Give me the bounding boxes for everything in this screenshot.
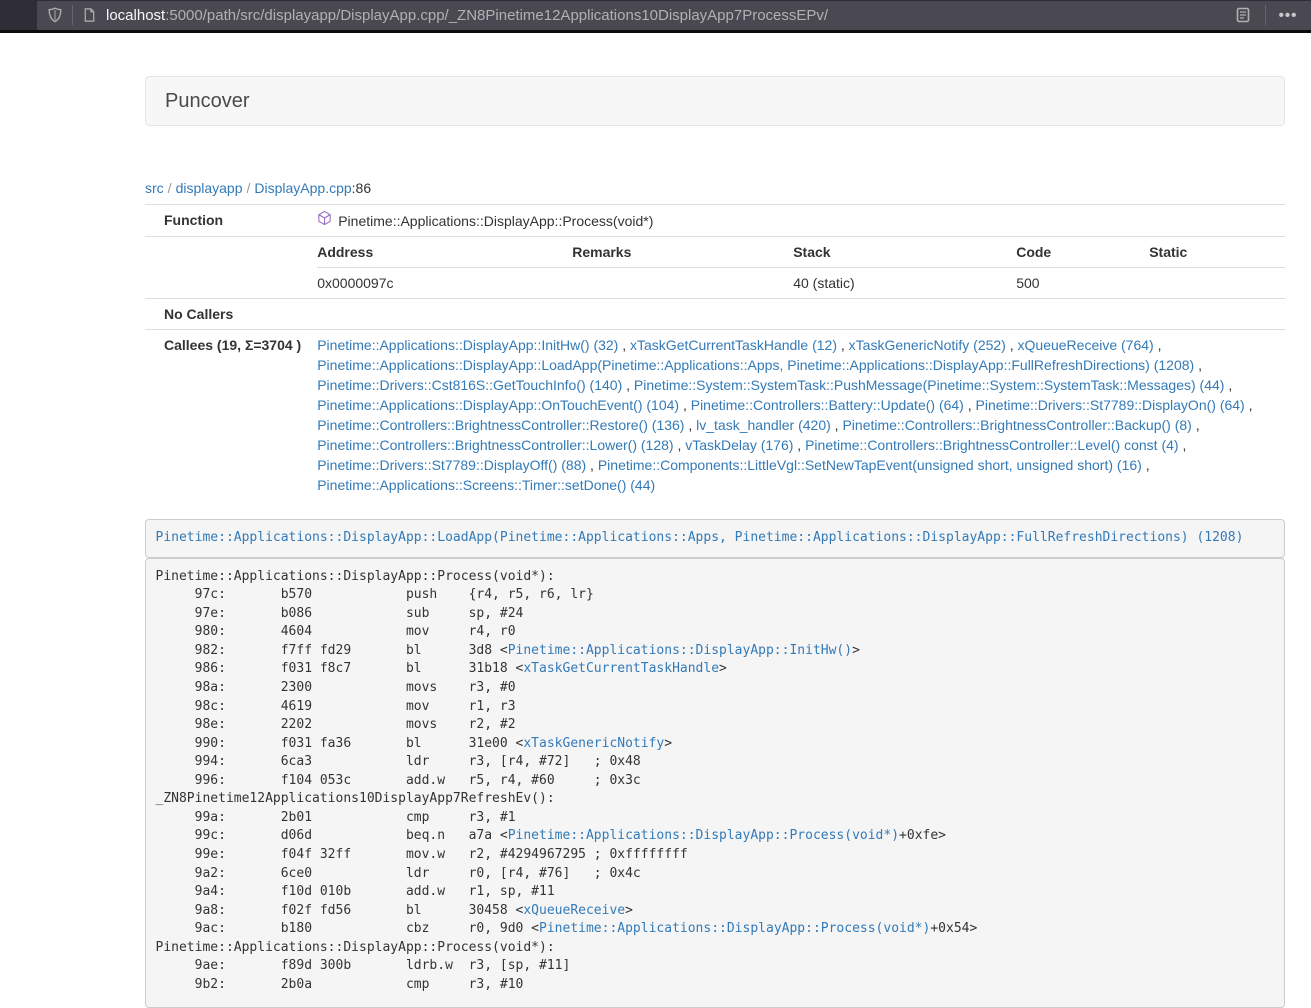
callee-link[interactable]: Pinetime::Applications::Screens::Timer::… [317,477,655,493]
callee-link[interactable]: Pinetime::Applications::DisplayApp::OnTo… [317,397,679,413]
asm-symbol-link[interactable]: Pinetime::Applications::DisplayApp::Proc… [508,828,899,843]
page-title: Puncover [165,89,1265,113]
callee-link[interactable]: Pinetime::Applications::DisplayApp::Load… [317,357,1194,373]
breadcrumb: src/displayapp/DisplayApp.cpp:86 [145,178,1285,198]
col-header-static: Static [1149,237,1285,268]
loadapp-link[interactable]: Pinetime::Applications::DisplayApp::Load… [156,530,1244,545]
callee-link[interactable]: xQueueReceive (764) [1018,337,1154,353]
breadcrumb-link-src[interactable]: src [145,180,164,196]
address-value: 0x0000097c [317,268,572,299]
url-host: localhost [106,7,165,24]
callee-link[interactable]: Pinetime::Controllers::Battery::Update()… [691,397,964,413]
col-header-address: Address [317,237,572,268]
callee-link[interactable]: Pinetime::Applications::DisplayApp::Init… [317,337,618,353]
callee-link[interactable]: Pinetime::Drivers::St7789::DisplayOn() (… [976,397,1245,413]
url-bar[interactable]: localhost:5000/path/src/displayapp/Displ… [37,1,1311,30]
callee-link[interactable]: vTaskDelay (176) [685,437,793,453]
table-row-detail-headers: Address Remarks Stack Code Static [317,237,1285,268]
callee-link[interactable]: lv_task_handler (420) [696,417,831,433]
reader-mode-icon[interactable] [1230,2,1256,28]
shield-icon[interactable] [47,7,63,23]
app-header: Puncover [145,76,1285,126]
urlbar-separator [72,5,73,25]
table-row-function: Function Pinetime::Applications::Display… [145,205,1285,237]
page-icon[interactable] [82,7,97,23]
table-row-detail-values: 0x0000097c 40 (static) 500 [317,268,1285,299]
callee-link[interactable]: Pinetime::Controllers::BrightnessControl… [805,437,1178,453]
url-text[interactable]: localhost:5000/path/src/displayapp/Displ… [106,7,1221,24]
callee-link[interactable]: Pinetime::System::SystemTask::PushMessag… [634,377,1225,393]
stack-value: 40 (static) [793,268,1016,299]
asm-symbol-link[interactable]: Pinetime::Applications::DisplayApp::Proc… [539,921,930,936]
function-name: Pinetime::Applications::DisplayApp::Proc… [338,211,653,231]
disassembly: Pinetime::Applications::DisplayApp::Proc… [145,558,1285,1008]
callee-link[interactable]: xTaskGenericNotify (252) [849,337,1006,353]
page-actions-menu-icon[interactable]: ••• [1275,2,1301,28]
callee-link[interactable]: Pinetime::Controllers::BrightnessControl… [842,417,1191,433]
loadapp-snippet: Pinetime::Applications::DisplayApp::Load… [145,519,1285,558]
breadcrumb-line-number: :86 [352,180,371,196]
table-row-callers: No Callers [145,299,1285,330]
col-header-stack: Stack [793,237,1016,268]
asm-symbol-link[interactable]: Pinetime::Applications::DisplayApp::Init… [508,643,852,658]
urlbar-separator-right [1265,5,1266,25]
breadcrumb-separator: / [243,180,255,196]
function-label: Function [145,205,309,237]
table-row-callees: Callees (19, Σ=3704 ) Pinetime::Applicat… [145,330,1285,501]
remarks-value [572,268,793,299]
callee-link[interactable]: Pinetime::Controllers::BrightnessControl… [317,437,673,453]
callee-link[interactable]: xTaskGetCurrentTaskHandle (12) [630,337,837,353]
no-callers-label: No Callers [145,299,309,330]
browser-toolbar: localhost:5000/path/src/displayapp/Displ… [0,0,1311,33]
table-row-details: Address Remarks Stack Code Static 0x0000… [145,237,1285,299]
code-value: 500 [1016,268,1149,299]
url-path: :5000/path/src/displayapp/DisplayApp.cpp… [165,7,828,24]
callees-list: Pinetime::Applications::DisplayApp::Init… [309,330,1285,501]
breadcrumb-link-file[interactable]: DisplayApp.cpp [254,180,351,196]
asm-symbol-link[interactable]: xQueueReceive [523,903,625,918]
asm-symbol-link[interactable]: xTaskGenericNotify [523,736,664,751]
callee-link[interactable]: Pinetime::Controllers::BrightnessControl… [317,417,684,433]
function-table: Function Pinetime::Applications::Display… [145,204,1285,500]
function-cube-icon [317,210,332,231]
col-header-code: Code [1016,237,1149,268]
callees-label: Callees (19, Σ=3704 ) [145,330,309,501]
details-table: Address Remarks Stack Code Static 0x0000… [317,237,1285,298]
callee-link[interactable]: Pinetime::Drivers::Cst816S::GetTouchInfo… [317,377,622,393]
breadcrumb-link-displayapp[interactable]: displayapp [176,180,243,196]
callee-link[interactable]: Pinetime::Components::LittleVgl::SetNewT… [598,457,1142,473]
asm-symbol-link[interactable]: xTaskGetCurrentTaskHandle [523,661,719,676]
col-header-remarks: Remarks [572,237,793,268]
breadcrumb-separator: / [164,180,176,196]
static-value [1149,268,1285,299]
callee-link[interactable]: Pinetime::Drivers::St7789::DisplayOff() … [317,457,586,473]
